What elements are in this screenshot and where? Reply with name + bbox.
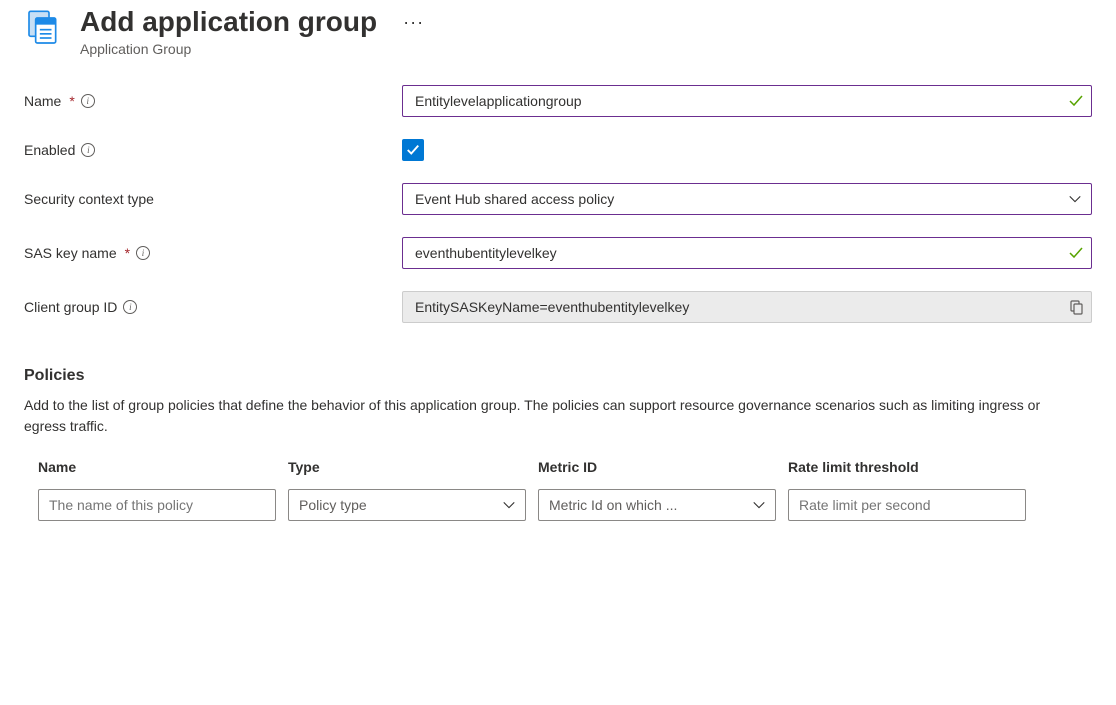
application-group-icon — [24, 8, 64, 48]
page-header: Add application group Application Group … — [24, 4, 1092, 57]
column-header-rate: Rate limit threshold — [788, 459, 1026, 475]
policy-metric-select[interactable]: Metric Id on which ... — [538, 489, 776, 521]
page-title: Add application group — [80, 4, 377, 39]
field-row-enabled: Enabled — [24, 139, 1092, 161]
policies-table-header: Name Type Metric ID Rate limit threshold — [38, 459, 1048, 475]
security-context-type-value: Event Hub shared access policy — [415, 191, 614, 207]
required-marker: * — [69, 93, 74, 109]
info-icon[interactable] — [123, 300, 137, 314]
info-icon[interactable] — [136, 246, 150, 260]
enabled-checkbox[interactable] — [402, 139, 424, 161]
name-label: Name — [24, 93, 61, 109]
required-marker: * — [125, 245, 130, 261]
check-icon — [1068, 245, 1084, 261]
policy-rate-input[interactable] — [788, 489, 1026, 521]
table-row: Policy type Metric Id on which ... — [38, 489, 1048, 521]
field-row-name: Name * — [24, 85, 1092, 117]
page-subtitle: Application Group — [80, 41, 377, 57]
column-header-type: Type — [288, 459, 526, 475]
copy-icon[interactable] — [1068, 299, 1084, 315]
field-row-sas-key-name: SAS key name * — [24, 237, 1092, 269]
field-row-client-group-id: Client group ID — [24, 291, 1092, 323]
client-group-id-input[interactable] — [402, 291, 1092, 323]
checkmark-icon — [406, 143, 420, 157]
security-context-type-select[interactable]: Event Hub shared access policy — [402, 183, 1092, 215]
policy-metric-placeholder: Metric Id on which ... — [549, 497, 677, 513]
more-actions-button[interactable]: ··· — [403, 12, 424, 33]
enabled-label: Enabled — [24, 142, 75, 158]
field-row-security-context-type: Security context type Event Hub shared a… — [24, 183, 1092, 215]
security-context-type-label: Security context type — [24, 191, 154, 207]
column-header-metric-id: Metric ID — [538, 459, 776, 475]
policy-type-placeholder: Policy type — [299, 497, 367, 513]
name-input[interactable] — [402, 85, 1092, 117]
policy-name-input[interactable] — [38, 489, 276, 521]
policy-type-select[interactable]: Policy type — [288, 489, 526, 521]
check-icon — [1068, 93, 1084, 109]
client-group-id-label: Client group ID — [24, 299, 117, 315]
column-header-name: Name — [38, 459, 276, 475]
sas-key-name-label: SAS key name — [24, 245, 117, 261]
policies-heading: Policies — [24, 367, 1092, 385]
info-icon[interactable] — [81, 143, 95, 157]
policies-description: Add to the list of group policies that d… — [24, 395, 1064, 437]
policies-table: Name Type Metric ID Rate limit threshold… — [38, 459, 1048, 521]
sas-key-name-input[interactable] — [402, 237, 1092, 269]
info-icon[interactable] — [81, 94, 95, 108]
